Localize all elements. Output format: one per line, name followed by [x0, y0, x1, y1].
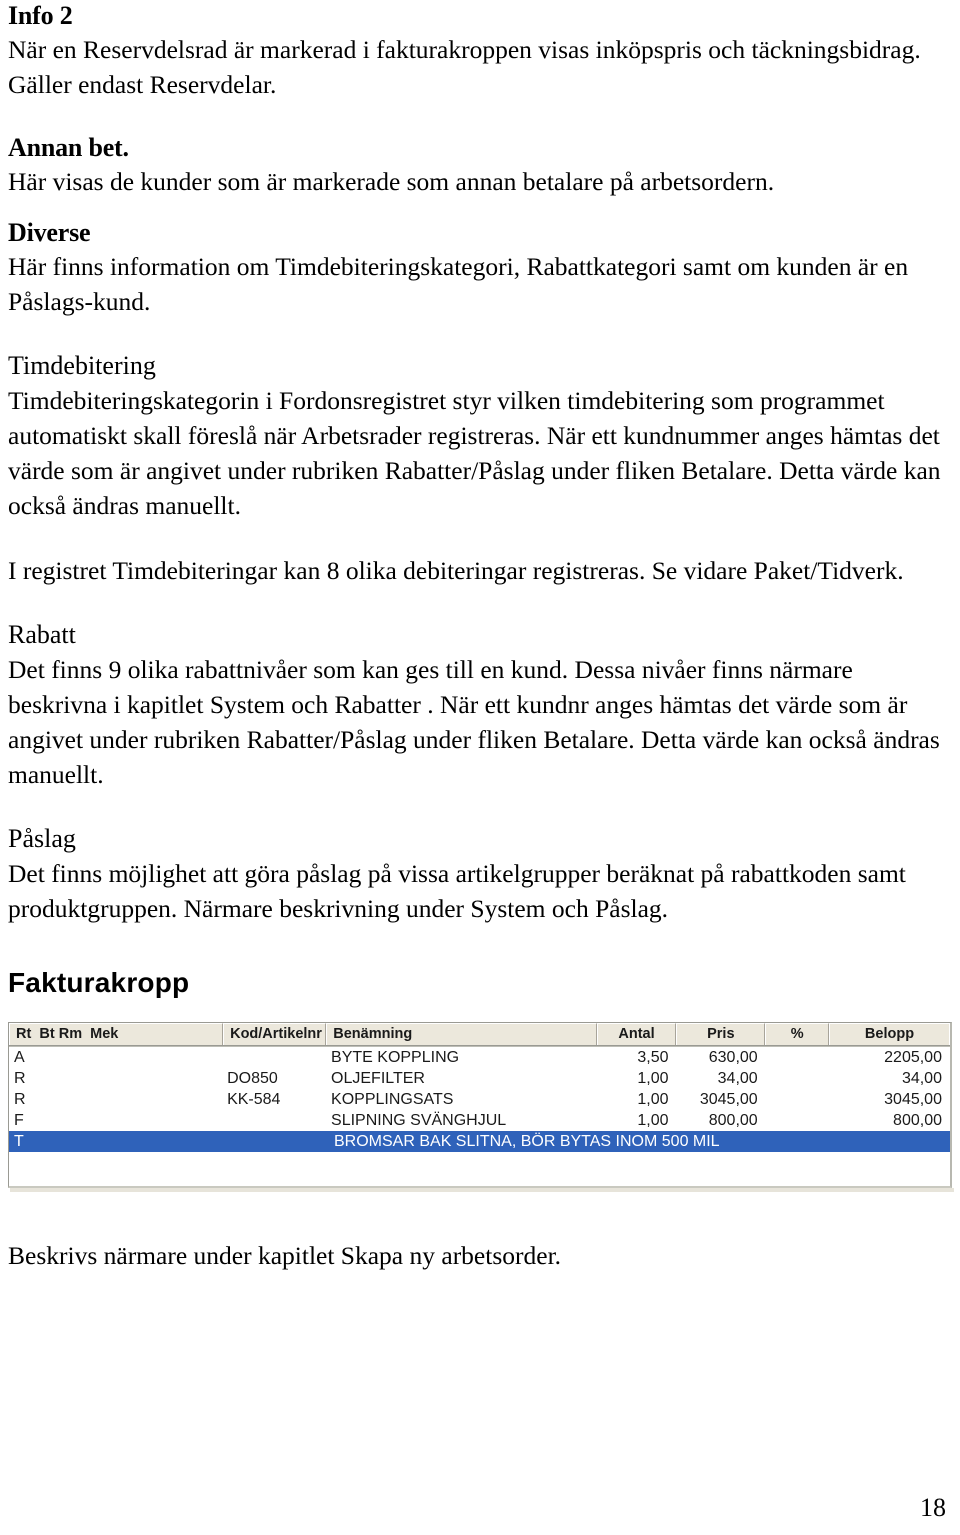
cell-rt: F: [14, 1112, 24, 1129]
grid-header-antal[interactable]: Antal: [596, 1023, 677, 1045]
cell-rt: A: [14, 1049, 25, 1066]
section-heading-info2: Info 2: [8, 1, 73, 30]
fakturakropp-heading: Fakturakropp: [8, 967, 190, 998]
section-heading-paslag: Påslag: [8, 824, 76, 853]
section-body-timdebitering: Timdebiteringskategorin i Fordonsregistr…: [8, 386, 941, 520]
cell-kod: [223, 1110, 327, 1131]
grid-header-pris[interactable]: Pris: [676, 1023, 766, 1045]
cell-benamning: KOPPLINGSATS: [331, 1091, 454, 1108]
cell-benamning: BROMSAR BAK SLITNA, BÖR BYTAS INOM 500 M…: [334, 1133, 720, 1150]
cell-rt: R: [14, 1070, 26, 1087]
cell-rm: [73, 1110, 107, 1131]
cell-pris: 800,00: [708, 1112, 758, 1129]
table-row[interactable]: R DO850 OLJEFILTER 1,00 34,00 34,00: [9, 1068, 950, 1089]
section-body-rabatt: Det finns 9 olika rabattnivåer som kan g…: [8, 655, 940, 789]
section-heading-rabatt: Rabatt: [8, 620, 76, 649]
table-row[interactable]: R KK-584 KOPPLINGSATS 1,00 3045,00 3045,…: [9, 1089, 950, 1110]
cell-kod: KK-584: [227, 1091, 281, 1108]
cell-antal: 1,00: [637, 1070, 669, 1087]
table-row-selected[interactable]: T BROMSAR BAK SLITNA, BÖR BYTAS INOM 500…: [9, 1131, 950, 1152]
section-body-diverse: Här finns information om Timdebiteringsk…: [8, 252, 909, 316]
table-row[interactable]: A BYTE KOPPLING 3,50 630,00 2205,00: [9, 1047, 950, 1068]
section-heading-annan-bet: Annan bet.: [8, 133, 129, 162]
cell-belopp: 800,00: [893, 1112, 942, 1129]
cell-rt: R: [14, 1091, 26, 1108]
cell-belopp: 3045,00: [884, 1091, 942, 1108]
cell-bt: [39, 1110, 73, 1131]
page-number: 18: [920, 1493, 946, 1522]
cell-mek: [106, 1068, 223, 1089]
cell-antal: 1,00: [637, 1091, 669, 1108]
cell-procent: [766, 1089, 829, 1110]
section-paslag: Påslag Det finns möjlighet att göra påsl…: [8, 822, 952, 926]
table-row[interactable]: F SLIPNING SVÄNGHJUL 1,00 800,00 800,00: [9, 1110, 950, 1131]
cell-pris: 3045,00: [699, 1091, 758, 1108]
section-annan-bet: Annan bet. Här visas de kunder som är ma…: [8, 132, 952, 199]
cell-antal: 3,50: [637, 1049, 669, 1066]
section-body-timdebitering-2: I registret Timdebiteringar kan 8 olika …: [8, 556, 904, 585]
cell-rm: [73, 1047, 107, 1068]
section-heading-diverse: Diverse: [8, 218, 91, 247]
grid-header-label-bt: Bt: [39, 1026, 55, 1042]
grid-header-belopp[interactable]: Belopp: [829, 1023, 950, 1045]
cell-mek: [106, 1089, 223, 1110]
cell-belopp: 2205,00: [884, 1049, 942, 1066]
cell-benamning: BYTE KOPPLING: [331, 1049, 460, 1066]
cell-antal: 1,00: [637, 1112, 669, 1129]
cell-procent: [766, 1047, 829, 1068]
cell-benamning: OLJEFILTER: [331, 1070, 425, 1087]
cell-belopp: 34,00: [901, 1070, 942, 1087]
grid-header-label-mek: Mek: [90, 1026, 119, 1042]
cell-bt: [39, 1089, 73, 1110]
section-body-info2: När en Reservdelsrad är markerad i faktu…: [8, 35, 921, 99]
cell-pris: 34,00: [717, 1070, 758, 1087]
cell-pris: 630,00: [708, 1049, 758, 1066]
document-page: Info 2 När en Reservdelsrad är markerad …: [0, 0, 960, 1535]
grid-header-kod[interactable]: Kod/Artikelnr: [223, 1023, 327, 1045]
grid-header-procent[interactable]: %: [765, 1023, 829, 1045]
section-rabatt: Rabatt Det finns 9 olika rabattnivåer so…: [8, 618, 952, 792]
section-body-paslag: Det finns möjlighet att göra påslag på v…: [8, 859, 906, 923]
grid-header-rt-group[interactable]: Rt Bt Rm Mek: [9, 1023, 224, 1045]
cell-bt: [39, 1131, 73, 1152]
cell-procent: [766, 1068, 829, 1089]
grid-header-row: Rt Bt Rm Mek Kod/Artikelnr Benämning Ant…: [9, 1023, 950, 1046]
cell-kod: DO850: [227, 1070, 278, 1087]
cell-kod: [225, 1131, 330, 1152]
section-diverse: Diverse Här finns information om Timdebi…: [8, 217, 952, 319]
cell-kod: [223, 1047, 327, 1068]
grid-body[interactable]: A BYTE KOPPLING 3,50 630,00 2205,00 R DO…: [9, 1046, 950, 1186]
fakturakropp-caption: Beskrivs närmare under kapitlet Skapa ny…: [8, 1241, 562, 1270]
cell-rm: [73, 1089, 107, 1110]
section-info2: Info 2 När en Reservdelsrad är markerad …: [8, 0, 952, 102]
cell-benamning: SLIPNING SVÄNGHJUL: [331, 1112, 507, 1129]
section-timdebitering: Timdebitering Timdebiteringskategorin i …: [8, 349, 952, 523]
cell-procent: [766, 1110, 829, 1131]
cell-bt: [39, 1068, 73, 1089]
cell-rm: [73, 1131, 107, 1152]
grid-header-benamning[interactable]: Benämning: [326, 1023, 597, 1045]
cell-rm: [73, 1068, 107, 1089]
grid-header-label-rt: Rt: [16, 1026, 32, 1042]
grid-header-label-rm: Rm: [58, 1026, 83, 1042]
cell-mek: [106, 1110, 223, 1131]
section-body-annan-bet: Här visas de kunder som är markerade som…: [8, 167, 775, 196]
cell-bt: [39, 1047, 73, 1068]
cell-mek: [107, 1131, 225, 1152]
cell-mek: [106, 1047, 223, 1068]
fakturakropp-grid[interactable]: Rt Bt Rm Mek Kod/Artikelnr Benämning Ant…: [8, 1022, 952, 1188]
section-heading-timdebitering: Timdebitering: [8, 351, 156, 380]
cell-rt: T: [14, 1133, 24, 1150]
